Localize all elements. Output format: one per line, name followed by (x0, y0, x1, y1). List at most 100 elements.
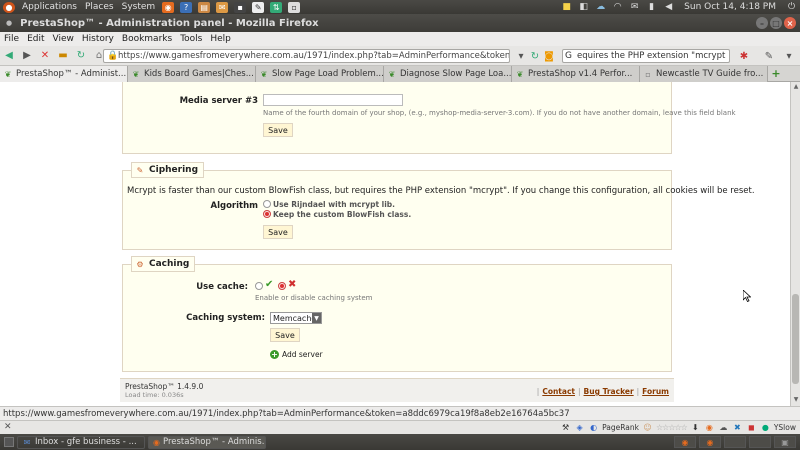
files-launcher-icon[interactable]: ▫ (288, 1, 301, 13)
taskbar-item-firefox[interactable]: ◉ PrestaShop™ - Adminis... (148, 435, 266, 449)
ubuntu-logo-icon[interactable]: ● (3, 1, 15, 13)
tab-kids-board-games[interactable]: ❦ Kids Board Games|Ches... (128, 66, 256, 82)
rss-icon[interactable]: ◙ (542, 49, 556, 63)
window-menu-icon[interactable]: ● (6, 19, 12, 27)
workspace-4-icon[interactable] (749, 436, 771, 448)
cloud-addon-icon[interactable]: ☁ (718, 422, 729, 433)
url-bar[interactable]: 🔒 https://www.gamesfromeverywhere.com.au… (103, 49, 510, 63)
vertical-scrollbar[interactable]: ▲ ▼ (790, 82, 800, 406)
mail-tray-icon[interactable]: ✉ (629, 2, 640, 13)
workspace-2-icon[interactable]: ◉ (699, 436, 721, 448)
workspace-1-icon[interactable]: ◉ (674, 436, 696, 448)
url-dropdown-icon[interactable]: ▾ (514, 49, 528, 63)
rating-face-icon[interactable]: ☺ (642, 422, 653, 433)
system-menu[interactable]: System (118, 2, 160, 12)
firefox-addon-icon[interactable]: ◉ (704, 422, 715, 433)
check-icon[interactable]: ✔ (265, 279, 273, 290)
terminal-launcher-icon[interactable]: ▪ (234, 1, 247, 13)
search-input[interactable]: G equires the PHP extension "mcrypt (562, 49, 730, 63)
blowfish-option-label[interactable]: Keep the custom BlowFish class. (273, 210, 411, 219)
caching-system-select[interactable]: Memcached ▼ (270, 312, 322, 324)
trash-icon[interactable]: ▣ (774, 436, 796, 448)
yslow-label[interactable]: YSlow (774, 423, 796, 432)
sync-tray-icon[interactable]: ☁ (595, 2, 606, 13)
contact-link[interactable]: Contact (542, 387, 575, 396)
rijndael-option-label[interactable]: Use Rijndael with mcrypt lib. (273, 200, 395, 209)
menu-arrow-icon[interactable]: ▾ (782, 49, 796, 63)
tab-slow-page-load[interactable]: ❦ Slow Page Load Problem... (256, 66, 384, 82)
scroll-up-icon[interactable]: ▲ (792, 83, 800, 91)
menu-bookmarks[interactable]: Bookmarks (118, 34, 176, 44)
update-tray-icon[interactable]: ■ (561, 2, 572, 13)
chevron-down-icon[interactable]: ▼ (312, 313, 321, 323)
firefox-launcher-icon[interactable]: ◉ (162, 1, 175, 13)
scroll-down-icon[interactable]: ▼ (792, 396, 800, 404)
download-icon[interactable]: ⬇ (690, 422, 701, 433)
google-search-icon[interactable]: G (565, 51, 572, 61)
forum-link[interactable]: Forum (642, 387, 669, 396)
applications-menu[interactable]: Applications (18, 2, 81, 12)
caching-save-button[interactable]: Save (270, 328, 300, 342)
bookmark-folder-icon[interactable]: ▬ (56, 49, 70, 63)
tab-prestashop-performance[interactable]: ❦ PrestaShop v1.4 Perfor... (512, 66, 640, 82)
use-cache-no-radio[interactable] (278, 282, 286, 290)
scrollbar-thumb[interactable] (792, 294, 799, 384)
menu-file[interactable]: File (0, 34, 23, 44)
media-server-3-input[interactable] (263, 94, 403, 106)
clock[interactable]: Sun Oct 14, 4:18 PM (680, 2, 780, 13)
lock-icon[interactable]: 🔒 (107, 51, 118, 61)
rijndael-radio[interactable] (263, 200, 271, 208)
taskbar-item-thunderbird[interactable]: ✉ Inbox - gfe business - ... (17, 435, 145, 449)
pagerank-icon[interactable]: ◐ (588, 422, 599, 433)
ciphering-save-button[interactable]: Save (263, 225, 293, 239)
yslow-icon[interactable]: ● (760, 422, 771, 433)
wifi-icon[interactable]: ◠ (612, 2, 623, 13)
tools-icon[interactable]: ✎ (762, 49, 776, 63)
close-icon[interactable]: × (784, 17, 796, 29)
go-icon[interactable]: ↻ (528, 49, 542, 63)
show-desktop-icon[interactable] (4, 437, 14, 447)
rating-stars[interactable]: ☆☆☆☆☆ (656, 423, 688, 432)
places-menu[interactable]: Places (81, 2, 118, 12)
help-launcher-icon[interactable]: ? (180, 1, 193, 13)
back-icon[interactable]: ◀ (2, 49, 16, 63)
menu-view[interactable]: View (49, 34, 78, 44)
workspace-3-icon[interactable] (724, 436, 746, 448)
blowfish-radio[interactable] (263, 210, 271, 218)
power-icon[interactable]: ⏻ (786, 2, 797, 13)
tab-newcastle-tv[interactable]: ▫ Newcastle TV Guide fro... (640, 66, 768, 82)
maximize-icon[interactable]: □ (770, 17, 782, 29)
wrench-icon[interactable]: ⚒ (560, 422, 571, 433)
use-cache-yes-radio[interactable] (255, 282, 263, 290)
add-icon[interactable]: + (270, 350, 279, 359)
adblock-icon[interactable]: ◼ (746, 422, 757, 433)
volume-icon[interactable]: ◀ (663, 2, 674, 13)
bug-tracker-link[interactable]: Bug Tracker (584, 387, 634, 396)
xmarks-icon[interactable]: ✖ (732, 422, 743, 433)
email-launcher-icon[interactable]: ✉ (216, 1, 229, 13)
text-editor-launcher-icon[interactable]: ✎ (252, 1, 265, 13)
indicator-icon[interactable]: ◧ (578, 2, 589, 13)
cross-icon[interactable]: ✖ (288, 279, 296, 290)
stop-icon[interactable]: ✕ (38, 49, 52, 63)
tab-prestashop-admin[interactable]: ❦ PrestaShop™ - Administ... × (0, 66, 128, 82)
addon-icon[interactable]: ✱ (737, 49, 751, 63)
app-launcher-icon[interactable]: ▤ (198, 1, 211, 13)
reload-icon[interactable]: ↻ (74, 49, 88, 63)
battery-icon[interactable]: ▮ (646, 2, 657, 13)
ftp-launcher-icon[interactable]: ⇅ (270, 1, 283, 13)
pagerank-label[interactable]: PageRank (602, 423, 639, 432)
forward-icon[interactable]: ▶ (20, 49, 34, 63)
minimize-icon[interactable]: – (756, 17, 768, 29)
menu-help[interactable]: Help (206, 34, 235, 44)
new-tab-icon[interactable]: + (770, 66, 782, 80)
media-save-button[interactable]: Save (263, 123, 293, 137)
tab-diagnose-slow-page[interactable]: ❦ Diagnose Slow Page Loa... (384, 66, 512, 82)
menu-edit[interactable]: Edit (23, 34, 48, 44)
close-addon-bar-icon[interactable]: ✕ (4, 422, 12, 432)
web-developer-icon[interactable]: ◈ (574, 422, 585, 433)
menu-history[interactable]: History (78, 34, 118, 44)
add-server-link[interactable]: Add server (282, 350, 323, 359)
menu-tools[interactable]: Tools (176, 34, 206, 44)
window-titlebar[interactable]: ● PrestaShop™ - Administration panel - M… (0, 14, 800, 32)
